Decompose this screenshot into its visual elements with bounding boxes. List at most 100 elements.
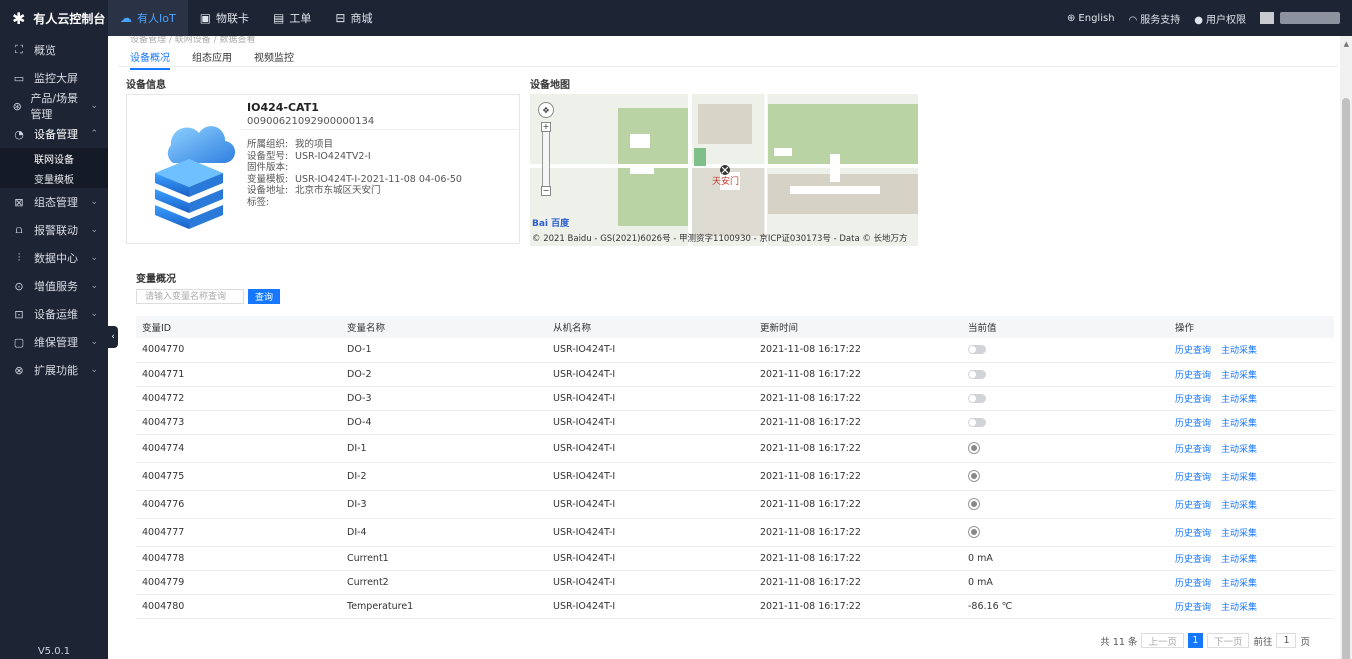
cell-id: 4004773 <box>136 410 341 435</box>
active-collect-link[interactable]: 主动采集 <box>1221 346 1257 356</box>
history-query-link[interactable]: 历史查询 <box>1175 501 1211 511</box>
sidebar-item-monitor[interactable]: ▭ 监控大屏 <box>0 64 108 92</box>
breadcrumb: 设备管理 / 联网设备 / 数据查看 <box>130 36 256 45</box>
sidebar-item-warranty[interactable]: ▢ 维保管理 ⌄ <box>0 328 108 356</box>
chevron-down-icon: ⌄ <box>90 253 98 263</box>
location-icon: ● <box>1194 14 1203 26</box>
language-switch[interactable]: ⊕ English <box>1067 13 1115 24</box>
cell-id: 4004779 <box>136 570 341 595</box>
history-query-link[interactable]: 历史查询 <box>1175 371 1211 381</box>
zoom-out-button[interactable]: − <box>541 186 551 196</box>
switch-toggle[interactable] <box>968 417 986 427</box>
switch-toggle[interactable] <box>968 345 986 355</box>
device-field-org: 所属组织: 我的项目 <box>247 139 462 151</box>
field-value: 北京市东城区天安门 <box>295 185 381 196</box>
query-button[interactable]: 查询 <box>248 289 280 304</box>
permission-link[interactable]: ● 用户权限 <box>1194 11 1246 26</box>
device-icon: ◔ <box>14 127 24 141</box>
active-collect-link[interactable]: 主动采集 <box>1221 501 1257 511</box>
table-row: 4004780 Temperature1 USR-IO424T-I 2021-1… <box>136 594 1334 619</box>
active-collect-link[interactable]: 主动采集 <box>1221 419 1257 429</box>
active-collect-link[interactable]: 主动采集 <box>1221 529 1257 539</box>
headset-icon: ◠ <box>1128 14 1138 26</box>
support-link[interactable]: ◠ 服务支持 <box>1129 11 1181 26</box>
table-row: 4004774 DI-1 USR-IO424T-I 2021-11-08 16:… <box>136 434 1334 463</box>
page-scrollbar[interactable] <box>1340 36 1352 659</box>
device-field-firmware: 固件版本: <box>247 162 462 174</box>
chevron-left-icon: ‹ <box>111 332 115 342</box>
history-query-link[interactable]: 历史查询 <box>1175 419 1211 429</box>
sidebar-item-label: 产品/场景管理 <box>30 92 79 121</box>
cell-value <box>962 434 1169 463</box>
cell-value <box>962 518 1169 547</box>
topnav-shop[interactable]: ⊟ 商城 <box>323 0 384 36</box>
history-query-link[interactable]: 历史查询 <box>1175 445 1211 455</box>
history-query-link[interactable]: 历史查询 <box>1175 395 1211 405</box>
variable-search-input[interactable] <box>136 289 244 304</box>
active-collect-link[interactable]: 主动采集 <box>1221 395 1257 405</box>
user-menu[interactable] <box>1260 12 1340 24</box>
history-query-link[interactable]: 历史查询 <box>1175 603 1211 613</box>
history-query-link[interactable]: 历史查询 <box>1175 346 1211 356</box>
device-map[interactable]: 天安门 ✥ + − Bai 百度 © 2021 Baidu - GS(2021)… <box>530 94 918 246</box>
active-collect-link[interactable]: 主动采集 <box>1221 445 1257 455</box>
version-label: V5.0.1 <box>37 646 71 657</box>
active-collect-link[interactable]: 主动采集 <box>1221 603 1257 613</box>
cell-actions: 历史查询 主动采集 <box>1169 338 1334 363</box>
sidebar-item-label: 设备管理 <box>34 128 78 141</box>
sidebar-item-product[interactable]: ⊛ 产品/场景管理 ⌄ <box>0 92 108 121</box>
map-pan-control[interactable]: ✥ <box>538 102 554 118</box>
sidebar-item-alarm[interactable]: ⩍ 报警联动 ⌄ <box>0 216 108 244</box>
topnav-sim-card[interactable]: ▣ 物联卡 <box>188 0 261 36</box>
cell-slave: USR-IO424T-I <box>547 490 754 519</box>
active-collect-link[interactable]: 主动采集 <box>1221 555 1257 565</box>
device-sn: 00900621092900000134 <box>247 116 375 127</box>
active-collect-link[interactable]: 主动采集 <box>1221 371 1257 381</box>
sidebar-collapse-button[interactable]: ‹ <box>108 326 118 348</box>
sidebar-sub-variable-template[interactable]: 变量模板 <box>0 168 108 188</box>
sidebar-item-label: 监控大屏 <box>34 72 78 85</box>
history-query-link[interactable]: 历史查询 <box>1175 555 1211 565</box>
current-page[interactable]: 1 <box>1187 633 1203 648</box>
ticket-icon: ▤ <box>273 11 285 25</box>
history-query-link[interactable]: 历史查询 <box>1175 473 1211 483</box>
topnav-ticket[interactable]: ▤ 工单 <box>261 0 323 36</box>
sidebar-item-maintenance[interactable]: ⊡ 设备运维 ⌄ <box>0 300 108 328</box>
sidebar-item-label: 扩展功能 <box>34 364 78 377</box>
active-collect-link[interactable]: 主动采集 <box>1221 473 1257 483</box>
zoom-in-button[interactable]: + <box>541 122 551 132</box>
col-current-value: 当前值 <box>962 316 1169 338</box>
scrollbar-thumb[interactable] <box>1342 98 1350 659</box>
scroll-up-icon[interactable]: ▲ <box>1344 40 1349 48</box>
next-page-button[interactable]: 下一页 <box>1206 633 1250 648</box>
cell-slave: USR-IO424T-I <box>547 518 754 547</box>
sidebar-item-extension[interactable]: ⊗ 扩展功能 ⌄ <box>0 356 108 384</box>
topnav-iot[interactable]: ☁ 有人IoT <box>108 0 188 36</box>
field-key: 变量模板: <box>247 173 289 185</box>
usr-logo-icon: ✱ <box>12 8 26 28</box>
chevron-down-icon: ⌄ <box>90 225 98 235</box>
cell-slave: USR-IO424T-I <box>547 594 754 619</box>
service-icon: ⊙ <box>14 279 24 293</box>
tabs-divider <box>118 66 1338 67</box>
map-zoom-slider[interactable] <box>542 124 550 194</box>
history-query-link[interactable]: 历史查询 <box>1175 579 1211 589</box>
cell-actions: 历史查询 主动采集 <box>1169 386 1334 411</box>
cell-slave: USR-IO424T-I <box>547 338 754 363</box>
sidebar-sub-online-devices[interactable]: 联网设备 <box>0 148 108 168</box>
switch-toggle[interactable] <box>968 393 986 403</box>
history-query-link[interactable]: 历史查询 <box>1175 529 1211 539</box>
cell-slave: USR-IO424T-I <box>547 386 754 411</box>
sidebar-item-device[interactable]: ◔ 设备管理 ⌃ <box>0 120 108 148</box>
shop-icon: ⊟ <box>335 11 346 25</box>
prev-page-button[interactable]: 上一页 <box>1141 633 1184 648</box>
col-variable-id: 变量ID <box>136 316 341 338</box>
switch-toggle[interactable] <box>968 369 986 379</box>
active-collect-link[interactable]: 主动采集 <box>1221 579 1257 589</box>
sidebar-item-overview[interactable]: ⛶ 概览 <box>0 36 108 64</box>
sidebar-item-service[interactable]: ⊙ 增值服务 ⌄ <box>0 272 108 300</box>
sidebar-item-config[interactable]: ⊠ 组态管理 ⌄ <box>0 188 108 216</box>
brand[interactable]: ✱ 有人云控制台 <box>0 0 108 36</box>
sidebar-item-data[interactable]: ⫶ 数据中心 ⌄ <box>0 244 108 272</box>
goto-page-input[interactable]: 1 <box>1276 633 1297 648</box>
